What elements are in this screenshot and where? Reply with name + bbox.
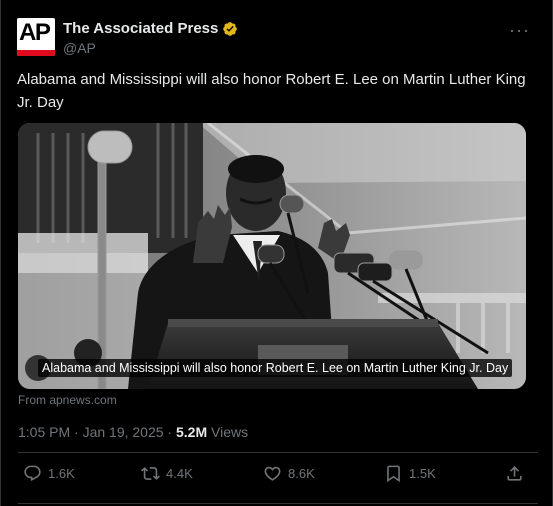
- views-count: 5.2M: [175, 424, 208, 440]
- author-handle[interactable]: @AP: [63, 40, 96, 56]
- action-bar: 1.6K 4.4K 8.6K 1.5K: [19, 464, 527, 490]
- media-caption: Alabama and Mississippi will also honor …: [38, 359, 513, 377]
- share-button[interactable]: [505, 464, 524, 483]
- author-display-name[interactable]: The Associated Press: [63, 20, 218, 37]
- post-meta: 1:05 PM · Jan 19, 2025 · 5.2M Views: [18, 424, 248, 440]
- post-text: Alabama and Mississippi will also honor …: [17, 71, 526, 111]
- more-options-icon[interactable]: ···: [509, 20, 530, 41]
- avatar[interactable]: AP: [17, 18, 55, 56]
- share-icon: [507, 466, 522, 481]
- reply-icon: [24, 465, 41, 482]
- repost-icon: [141, 467, 160, 480]
- like-button[interactable]: 8.6K: [263, 464, 315, 483]
- bookmark-icon: [387, 465, 400, 483]
- repost-count: 4.4K: [166, 466, 193, 481]
- avatar-logo-bar: [17, 50, 55, 56]
- reply-count: 1.6K: [48, 466, 75, 481]
- photo: [18, 123, 526, 389]
- repost-button[interactable]: 4.4K: [141, 464, 193, 483]
- avatar-logo-text: AP: [19, 19, 51, 46]
- heart-icon: [264, 466, 281, 481]
- gold-verified-icon[interactable]: [222, 21, 238, 37]
- author-name-row: The Associated Press: [63, 20, 238, 37]
- bookmark-count: 1.5K: [409, 466, 436, 481]
- tweet[interactable]: AP The Associated Press @AP ··· Alabama …: [0, 0, 553, 506]
- divider: [18, 503, 538, 504]
- link-source[interactable]: From apnews.com: [18, 393, 117, 407]
- views-label: Views: [207, 424, 249, 440]
- bookmark-button[interactable]: 1.5K: [384, 464, 436, 483]
- reply-button[interactable]: 1.6K: [23, 464, 75, 483]
- media-card[interactable]: Alabama and Mississippi will also honor …: [18, 123, 526, 389]
- divider: [18, 452, 538, 453]
- timestamp[interactable]: 1:05 PM · Jan 19, 2025 ·: [18, 424, 176, 440]
- like-count: 8.6K: [288, 466, 315, 481]
